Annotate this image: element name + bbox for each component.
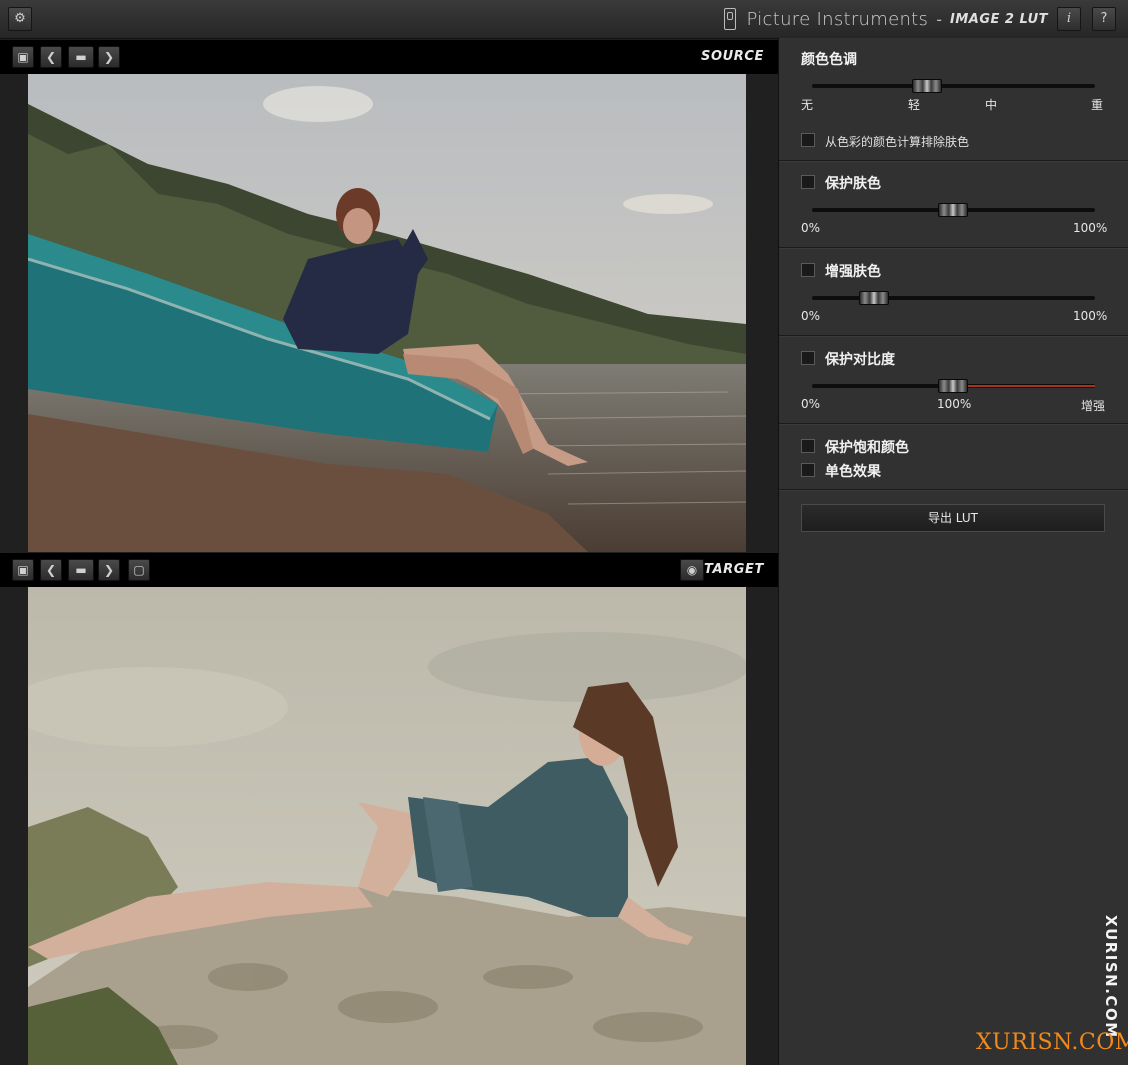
- target-toolbar: ▣ ❮ ▬ ❯ ▢ ◉ TARGET: [0, 553, 778, 587]
- load-icon: ▣: [17, 50, 29, 64]
- protect-skin-thumb[interactable]: [938, 203, 968, 217]
- source-next-button[interactable]: ❯: [98, 46, 120, 68]
- target-label: TARGET: [704, 562, 764, 577]
- target-next-button[interactable]: ❯: [98, 559, 120, 581]
- protect-contrast-min: 0%: [801, 397, 821, 411]
- contrast-boost-range: [968, 385, 1095, 387]
- product-name: IMAGE 2 LUT: [950, 11, 1048, 27]
- enhance-skin-thumb[interactable]: [859, 291, 889, 305]
- watermark-horizontal: XURISN.COM: [976, 1030, 1128, 1055]
- brand-separator: -: [936, 9, 943, 29]
- settings-button[interactable]: ⚙: [8, 7, 32, 31]
- source-image[interactable]: [28, 74, 746, 552]
- target-save-button[interactable]: ▢: [128, 559, 150, 581]
- protect-contrast-slider[interactable]: [812, 379, 1095, 393]
- protect-contrast-thumb[interactable]: [938, 379, 968, 393]
- enhance-skin-min: 0%: [801, 309, 821, 323]
- export-lut-button[interactable]: 导出 LUT: [801, 504, 1105, 532]
- enhance-skin-max: 100%: [1073, 309, 1108, 323]
- color-tone-title: 颜色色调: [801, 52, 857, 68]
- brand-logo-icon: [724, 8, 737, 30]
- protect-skin-label: 保护肤色: [825, 176, 881, 192]
- enhance-skin-section: 增强肤色 0% 100%: [779, 249, 1128, 336]
- enhance-skin-slider[interactable]: [812, 291, 1095, 305]
- save-icon: ▢: [133, 563, 145, 577]
- folder-icon: ▬: [75, 50, 87, 64]
- color-tone-tick-none: 无: [801, 98, 814, 112]
- gear-icon: ⚙: [14, 11, 26, 26]
- source-toolbar: ▣ ❮ ▬ ❯ SOURCE: [0, 40, 778, 74]
- color-tone-tick-light: 轻: [908, 98, 921, 112]
- next-icon: ❯: [103, 563, 115, 577]
- protect-skin-max: 100%: [1073, 221, 1108, 235]
- protect-skin-checkbox[interactable]: [801, 175, 815, 189]
- color-tone-tick-medium: 中: [985, 98, 998, 112]
- enhance-skin-checkbox[interactable]: [801, 263, 815, 277]
- source-load-button[interactable]: ▣: [12, 46, 34, 68]
- source-folder-button[interactable]: ▬: [68, 46, 94, 68]
- color-tone-slider[interactable]: [812, 79, 1095, 93]
- source-previous-button[interactable]: ❮: [40, 46, 62, 68]
- previous-icon: ❮: [45, 563, 57, 577]
- protect-skin-slider[interactable]: [812, 203, 1095, 217]
- exclude-skin-label: 从色彩的颜色计算排除肤色: [825, 135, 970, 149]
- target-image[interactable]: [28, 587, 746, 1065]
- color-tone-tick-strong: 重: [1091, 98, 1104, 112]
- load-icon: ▣: [17, 563, 29, 577]
- color-tone-section: 颜色色调 无 轻 中 重 从色彩的颜色计算排除肤色: [779, 38, 1128, 161]
- brand: Picture Instruments - IMAGE 2 LUT: [724, 6, 1048, 32]
- eye-icon: ◉: [686, 563, 698, 577]
- protect-contrast-checkbox[interactable]: [801, 351, 815, 365]
- exclude-skin-checkbox[interactable]: [801, 133, 815, 147]
- enhance-skin-label: 增强肤色: [825, 264, 881, 280]
- title-bar: ⚙ Picture Instruments - IMAGE 2 LUT i ?: [0, 0, 1128, 39]
- color-tone-thumb[interactable]: [912, 79, 942, 93]
- target-load-button[interactable]: ▣: [12, 559, 34, 581]
- watermark-vertical: XURISN.COM: [1102, 915, 1120, 1039]
- settings-panel: 颜色色调 无 轻 中 重 从色彩的颜色计算排除肤色 保护肤色 0% 100% 增…: [778, 38, 1128, 1065]
- folder-icon: ▬: [75, 563, 87, 577]
- info-button[interactable]: i: [1057, 7, 1081, 31]
- help-button[interactable]: ?: [1092, 7, 1116, 31]
- protect-skin-section: 保护肤色 0% 100%: [779, 161, 1128, 248]
- target-folder-button[interactable]: ▬: [68, 559, 94, 581]
- protect-contrast-max: 增强: [1081, 399, 1106, 413]
- protect-saturation-checkbox[interactable]: [801, 439, 815, 453]
- protect-contrast-label: 保护对比度: [825, 352, 895, 368]
- brand-name: Picture Instruments: [746, 8, 929, 30]
- source-label: SOURCE: [700, 49, 764, 64]
- previous-icon: ❮: [45, 50, 57, 64]
- target-photo: [28, 587, 746, 1065]
- source-photo: [28, 74, 746, 552]
- protect-contrast-section: 保护对比度 0% 100% 增强: [779, 337, 1128, 424]
- target-previous-button[interactable]: ❮: [40, 559, 62, 581]
- color-options-section: 保护饱和颜色 单色效果: [779, 425, 1128, 490]
- protect-skin-min: 0%: [801, 221, 821, 235]
- monochrome-label: 单色效果: [825, 464, 881, 480]
- preview-toggle-button[interactable]: ◉: [680, 559, 704, 581]
- next-icon: ❯: [103, 50, 115, 64]
- monochrome-checkbox[interactable]: [801, 463, 815, 477]
- protect-contrast-mid: 100%: [937, 397, 972, 411]
- protect-saturation-label: 保护饱和颜色: [825, 440, 909, 456]
